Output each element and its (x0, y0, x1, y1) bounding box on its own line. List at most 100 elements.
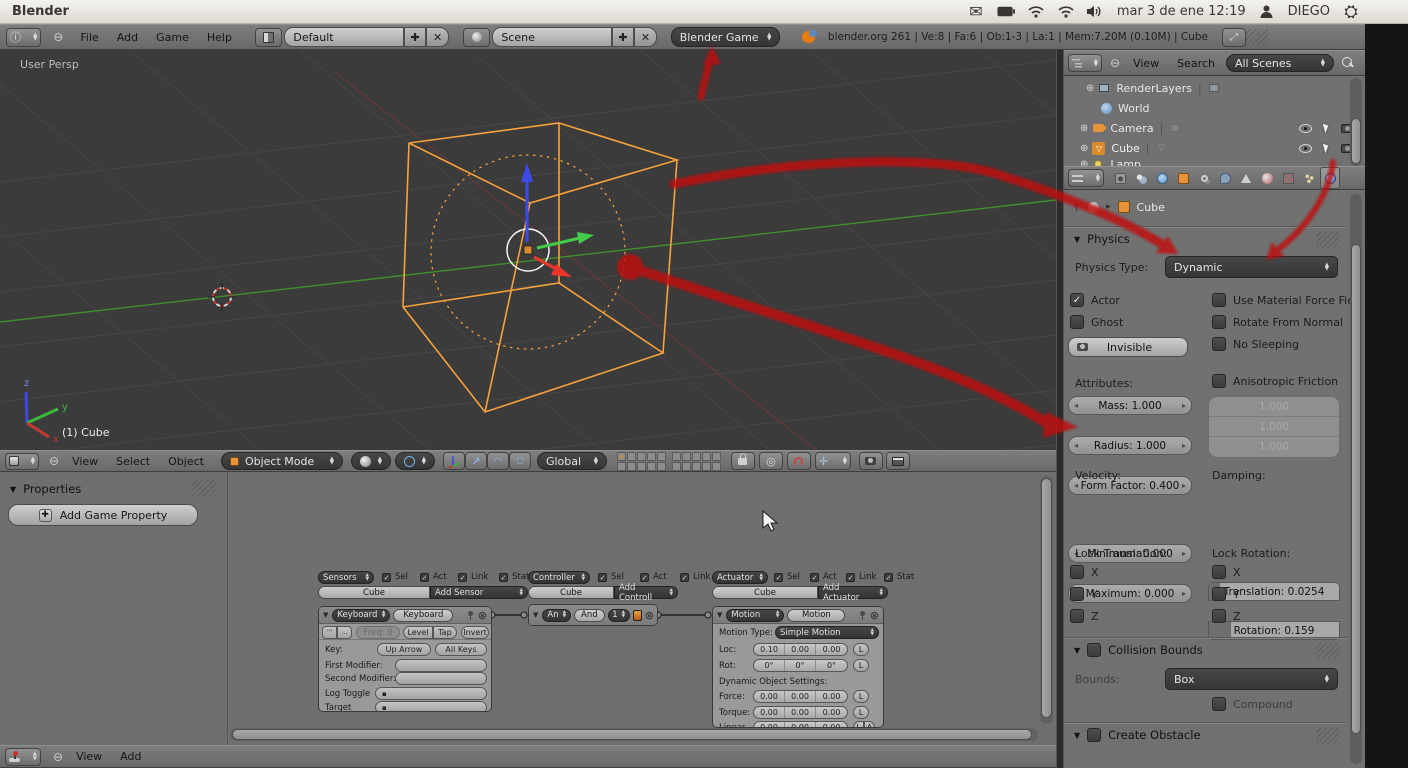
menu-view[interactable]: View (63, 455, 107, 468)
outliner-row-renderlayers[interactable]: ⊕ RenderLayers | (1064, 78, 1365, 98)
manipulator-translate-button[interactable]: ↗ (465, 452, 487, 470)
create-obstacle-panel-header[interactable]: ▼Create Obstacle (1074, 728, 1201, 742)
delete-controller-button[interactable]: ⊗ (645, 609, 654, 622)
loc-local-button[interactable]: L (853, 643, 869, 656)
screen-delete-button[interactable]: ✕ (426, 27, 448, 47)
lock-rotation-y-checkbox[interactable]: Y (1212, 587, 1240, 601)
delete-actuator-button[interactable]: ⊗ (870, 609, 879, 622)
tab-object-data[interactable] (1236, 167, 1256, 189)
level-toggle[interactable]: Level (403, 626, 433, 639)
menu-search[interactable]: Search (1168, 57, 1224, 70)
outliner-row-lamp[interactable]: ⊕ Lamp (1064, 158, 1365, 166)
scene-field[interactable]: Scene (492, 27, 611, 47)
torque-values[interactable]: 0.000.000.00 (753, 706, 848, 719)
delete-sensor-button[interactable]: ⊗ (478, 609, 487, 622)
physics-panel-header[interactable]: ▼Physics (1074, 232, 1130, 246)
user-name[interactable]: DIEGO (1288, 4, 1330, 19)
lock-rotation-z-checkbox[interactable]: Z (1212, 609, 1241, 623)
item-label[interactable]: RenderLayers (1116, 82, 1192, 95)
loc-values[interactable]: 0.100.000.00 (753, 643, 848, 656)
controller-name-field[interactable]: And (574, 609, 605, 622)
pin-icon[interactable] (466, 611, 475, 620)
force-local-button[interactable]: L (853, 690, 869, 703)
volume-icon[interactable] (1087, 4, 1105, 20)
tab-render[interactable] (1110, 167, 1130, 189)
area-seam[interactable] (1056, 50, 1064, 768)
linear-values[interactable]: 0.000.000.00 (753, 721, 848, 728)
menu-view[interactable]: View (1124, 57, 1168, 70)
visibility-eye-icon[interactable] (1299, 124, 1312, 133)
editor-type-3dview-button[interactable] (5, 453, 39, 470)
tab-object[interactable] (1173, 167, 1193, 189)
pulse-true-button[interactable]: ''' (322, 626, 337, 639)
actuators-filter-sel-checkbox[interactable]: ✓ (774, 573, 783, 582)
outliner-scrollbar[interactable] (1350, 78, 1362, 166)
scene-add-button[interactable]: ✚ (612, 27, 634, 47)
target-field[interactable]: ▪ (375, 701, 487, 712)
menu-object[interactable]: Object (159, 455, 213, 468)
tab-physics[interactable] (1320, 167, 1340, 189)
visibility-eye-icon[interactable] (1299, 144, 1312, 153)
viewport-3d[interactable]: z y x User Persp (1) Cube (0, 50, 1056, 450)
menu-file[interactable]: File (71, 31, 107, 44)
screen-browse-button[interactable] (255, 28, 283, 47)
log-toggle-field[interactable]: ▪ (375, 687, 487, 700)
controller-state-select[interactable]: 1 (608, 609, 630, 622)
battery-icon[interactable] (997, 4, 1015, 20)
sensors-object-name[interactable]: Cube (318, 586, 430, 599)
menu-add[interactable]: Add (111, 750, 150, 763)
collapse-menus-button[interactable]: ⊖ (1106, 56, 1124, 70)
sensors-filter-sel-checkbox[interactable]: ✓ (382, 573, 391, 582)
add-sensor-button[interactable]: Add Sensor (430, 586, 528, 599)
outliner-row-cube[interactable]: ⊕ ▽ Cube | ▽ (1064, 138, 1365, 158)
controllers-object-name[interactable]: Cube (528, 586, 614, 599)
layers-group-2[interactable] (672, 452, 721, 471)
compound-checkbox[interactable]: Compound (1212, 697, 1293, 711)
controllers-filter-link-checkbox[interactable]: ✓ (680, 573, 689, 582)
tab-modifiers[interactable] (1215, 167, 1235, 189)
controller-type-select[interactable]: An (542, 609, 571, 622)
first-modifier-field[interactable] (395, 659, 487, 672)
anisotropic-friction-checkbox[interactable]: Anisotropic Friction (1212, 374, 1338, 388)
tab-constraints[interactable] (1194, 167, 1214, 189)
controllers-filter-sel-checkbox[interactable]: ✓ (598, 573, 607, 582)
sensor-type-select[interactable]: Keyboard (332, 609, 390, 622)
selectable-cursor-icon[interactable] (1323, 143, 1330, 154)
physics-type-select[interactable]: Dynamic (1165, 256, 1338, 278)
menu-game[interactable]: Game (147, 31, 198, 44)
editor-type-outliner-button[interactable] (1068, 54, 1102, 72)
use-material-force-field-checkbox[interactable]: Use Material Force Fie (1212, 293, 1354, 307)
viewport-shading-select[interactable] (351, 452, 391, 470)
logic-vscrollbar-thumb[interactable] (1041, 478, 1052, 718)
actuators-filter-stat-checkbox[interactable]: ✓ (884, 573, 893, 582)
breadcrumb-object[interactable]: Cube (1137, 201, 1165, 214)
menu-help[interactable]: Help (198, 31, 241, 44)
add-controller-button[interactable]: Add Controll (614, 586, 678, 599)
linear-local-button[interactable]: L (853, 721, 864, 728)
clock[interactable]: mar 3 de ene 12:19 (1117, 4, 1246, 19)
invisible-toggle[interactable]: Invisible (1068, 337, 1188, 357)
sensors-filter-link-checkbox[interactable]: ✓ (458, 573, 467, 582)
torque-local-button[interactable]: L (853, 706, 869, 719)
scene-delete-button[interactable]: ✕ (634, 27, 656, 47)
linear-add-button[interactable]: A (864, 721, 875, 728)
outliner-scrollbar-thumb[interactable] (1351, 118, 1361, 164)
mail-icon[interactable]: ✉ (967, 4, 985, 20)
properties-scrollbar-thumb[interactable] (1351, 244, 1361, 734)
scene-browse-button[interactable] (463, 28, 491, 47)
engine-select[interactable]: Blender Game (671, 27, 781, 47)
menu-select[interactable]: Select (107, 455, 159, 468)
snap-element-select[interactable]: ✛ (815, 452, 851, 470)
controller-mark-button[interactable] (633, 610, 642, 621)
collapse-triangle[interactable]: ▼ (319, 611, 332, 619)
item-label[interactable]: Camera (1110, 122, 1153, 135)
manipulator-toggle[interactable] (443, 452, 465, 470)
actuators-object-name[interactable]: Cube (712, 586, 818, 599)
outliner-row-world[interactable]: World (1064, 98, 1365, 118)
tap-toggle[interactable]: Tap (433, 626, 457, 639)
actuator-name-field[interactable]: Motion (787, 609, 845, 622)
selectable-cursor-icon[interactable] (1323, 123, 1330, 134)
snap-toggle-button[interactable] (787, 452, 811, 470)
collapse-menus-button[interactable]: ⊖ (45, 454, 63, 468)
sensors-filter-stat-checkbox[interactable]: ✓ (499, 573, 508, 582)
